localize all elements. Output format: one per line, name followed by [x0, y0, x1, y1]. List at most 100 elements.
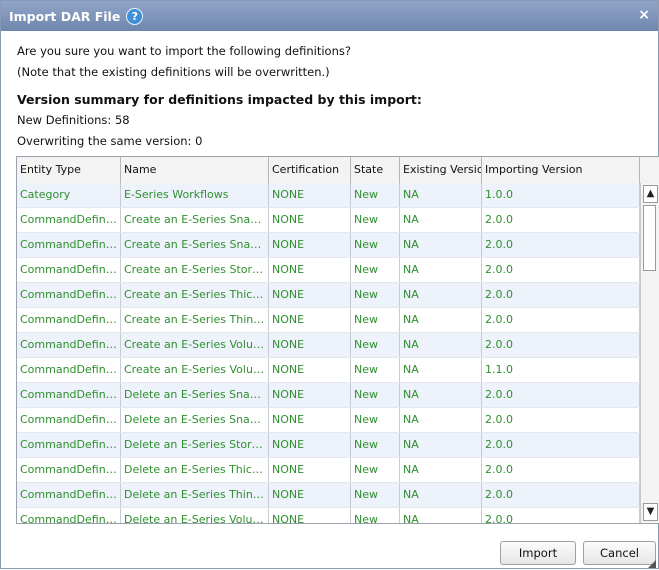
cell-certification: NONE [269, 258, 351, 282]
cell-state: New [351, 408, 400, 432]
table-row[interactable]: CommandDefinition Create an E-Series Volu… [17, 333, 641, 358]
table-row[interactable]: CommandDefinition Delete an E-Series Thic… [17, 458, 641, 483]
definitions-table: Entity Type Name Certification State Exi… [16, 156, 659, 524]
cell-entity-type: CommandDefinition [17, 258, 121, 282]
scroll-down-arrow-icon[interactable]: ▼ [643, 503, 658, 521]
cell-entity-type: CommandDefinition [17, 283, 121, 307]
dialog-message: Are you sure you want to import the foll… [1, 31, 658, 152]
column-header-state[interactable]: State [351, 157, 400, 183]
cell-name: Create an E-Series Thick V... [121, 283, 269, 307]
cell-state: New [351, 233, 400, 257]
column-header-spacer [640, 157, 659, 183]
cell-name: Create an E-Series Volume... [121, 333, 269, 357]
table-row[interactable]: CommandDefinition Delete an E-Series Volu… [17, 508, 641, 523]
cell-existing-version: NA [400, 383, 482, 407]
vertical-scrollbar[interactable]: ▲ ▼ [640, 183, 659, 523]
resize-grip-icon[interactable] [648, 560, 656, 568]
import-button[interactable]: Import [500, 541, 576, 565]
cell-existing-version: NA [400, 283, 482, 307]
cell-state: New [351, 458, 400, 482]
cell-certification: NONE [269, 208, 351, 232]
cell-name: Delete an E-Series Thick V... [121, 458, 269, 482]
cell-importing-version: 2.0.0 [482, 308, 640, 332]
cell-certification: NONE [269, 483, 351, 507]
cell-entity-type: CommandDefinition [17, 508, 121, 523]
cell-certification: NONE [269, 433, 351, 457]
table-row[interactable]: CommandDefinition Create an E-Series Thin… [17, 308, 641, 333]
cell-existing-version: NA [400, 408, 482, 432]
cell-state: New [351, 383, 400, 407]
column-header-existing-version[interactable]: Existing Version [400, 157, 482, 183]
cell-importing-version: 2.0.0 [482, 433, 640, 457]
cell-entity-type: CommandDefinition [17, 383, 121, 407]
column-header-importing-version[interactable]: Importing Version [482, 157, 640, 183]
cell-name: Delete an E-Series Snapsh... [121, 408, 269, 432]
column-header-certification[interactable]: Certification [269, 157, 351, 183]
cell-certification: NONE [269, 283, 351, 307]
cell-importing-version: 1.0.0 [482, 183, 640, 207]
cell-existing-version: NA [400, 508, 482, 523]
cell-name: Delete an E-Series Volume... [121, 508, 269, 523]
cell-existing-version: NA [400, 183, 482, 207]
cell-importing-version: 2.0.0 [482, 208, 640, 232]
table-row[interactable]: CommandDefinition Create an E-Series Snap… [17, 233, 641, 258]
cell-certification: NONE [269, 508, 351, 523]
cell-state: New [351, 183, 400, 207]
cell-entity-type: CommandDefinition [17, 208, 121, 232]
cell-name: Create an E-Series Snapshot [121, 208, 269, 232]
table-row[interactable]: CommandDefinition Delete an E-Series Stor… [17, 433, 641, 458]
table-row[interactable]: Category E-Series Workflows NONE New NA 1.0.0 [17, 183, 641, 208]
cell-importing-version: 2.0.0 [482, 233, 640, 257]
cell-certification: NONE [269, 458, 351, 482]
column-header-entity-type[interactable]: Entity Type [17, 157, 121, 183]
cell-certification: NONE [269, 183, 351, 207]
table-row[interactable]: CommandDefinition Create an E-Series Stor… [17, 258, 641, 283]
cell-state: New [351, 258, 400, 282]
cell-certification: NONE [269, 333, 351, 357]
cell-name: Create an E-Series Thin V... [121, 308, 269, 332]
table-row[interactable]: CommandDefinition Create an E-Series Thic… [17, 283, 641, 308]
cell-importing-version: 2.0.0 [482, 383, 640, 407]
title-bar[interactable]: Import DAR File ? × [1, 1, 658, 31]
cell-state: New [351, 333, 400, 357]
dialog-footer: Import Cancel [1, 532, 658, 570]
cell-existing-version: NA [400, 233, 482, 257]
cancel-button[interactable]: Cancel [583, 541, 656, 565]
cell-certification: NONE [269, 308, 351, 332]
table-row[interactable]: CommandDefinition Delete an E-Series Snap… [17, 408, 641, 433]
table-row[interactable]: CommandDefinition Create an E-Series Snap… [17, 208, 641, 233]
cell-existing-version: NA [400, 483, 482, 507]
table-row[interactable]: CommandDefinition Create an E-Series Volu… [17, 358, 641, 383]
cell-entity-type: CommandDefinition [17, 458, 121, 482]
cell-entity-type: CommandDefinition [17, 308, 121, 332]
import-dar-dialog: Import DAR File ? × Are you sure you wan… [0, 0, 659, 569]
cell-state: New [351, 308, 400, 332]
cell-name: Create an E-Series Snaps... [121, 233, 269, 257]
cell-existing-version: NA [400, 308, 482, 332]
summary-heading: Version summary for definitions impacted… [17, 92, 422, 107]
cell-state: New [351, 283, 400, 307]
cell-importing-version: 2.0.0 [482, 283, 640, 307]
table-row[interactable]: CommandDefinition Delete an E-Series Snap… [17, 383, 641, 408]
cell-state: New [351, 508, 400, 523]
cell-importing-version: 2.0.0 [482, 333, 640, 357]
close-icon[interactable]: × [638, 7, 650, 23]
scrollbar-thumb[interactable] [643, 205, 656, 271]
cell-existing-version: NA [400, 358, 482, 382]
cell-existing-version: NA [400, 433, 482, 457]
cell-state: New [351, 208, 400, 232]
table-header: Entity Type Name Certification State Exi… [17, 157, 659, 184]
cell-importing-version: 2.0.0 [482, 408, 640, 432]
scroll-up-arrow-icon[interactable]: ▲ [643, 185, 658, 203]
cell-existing-version: NA [400, 458, 482, 482]
table-row[interactable]: CommandDefinition Delete an E-Series Thin… [17, 483, 641, 508]
cell-entity-type: CommandDefinition [17, 433, 121, 457]
cell-name: Delete an E-Series Snapshot [121, 383, 269, 407]
help-icon[interactable]: ? [126, 7, 144, 25]
cell-name: E-Series Workflows [121, 183, 269, 207]
cell-entity-type: CommandDefinition [17, 333, 121, 357]
cell-existing-version: NA [400, 333, 482, 357]
column-header-name[interactable]: Name [121, 157, 269, 183]
cell-state: New [351, 433, 400, 457]
cell-state: New [351, 483, 400, 507]
